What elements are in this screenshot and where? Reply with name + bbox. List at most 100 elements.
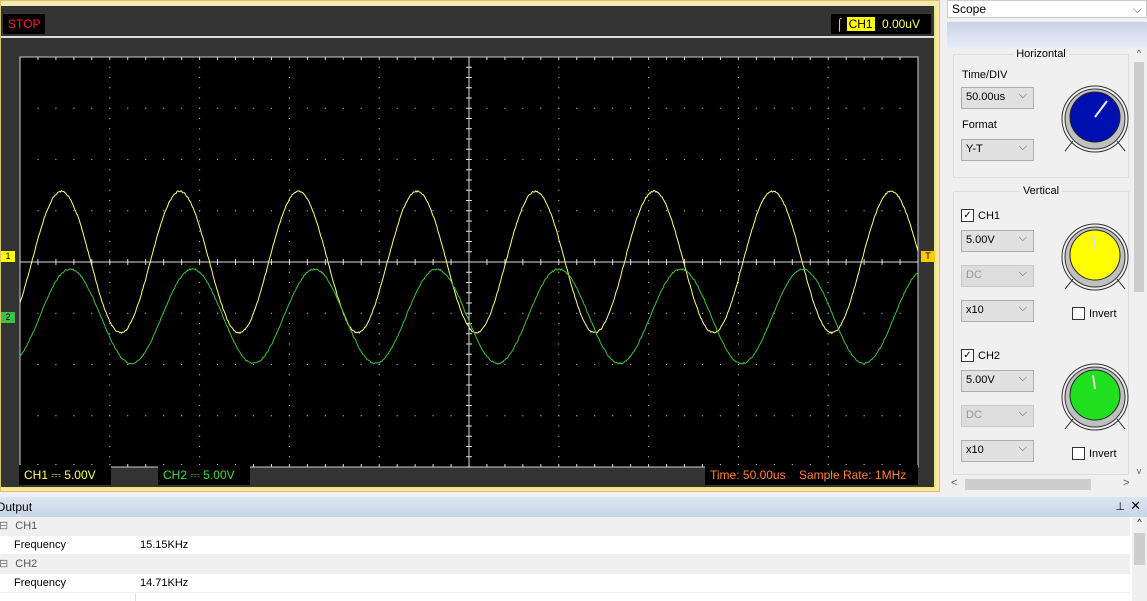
grid-dot [379, 343, 380, 344]
grid-dot [432, 313, 433, 314]
grid-dot [109, 138, 110, 139]
grid-dot [648, 231, 649, 232]
grid-dot [594, 210, 595, 211]
trigger-marker[interactable]: T [921, 251, 935, 262]
scrollbar-thumb[interactable] [1134, 62, 1144, 292]
grid-dot [522, 210, 523, 211]
waveform-plot[interactable] [19, 56, 919, 468]
grid-dot [540, 364, 541, 365]
hscrollbar-thumb[interactable] [965, 479, 1091, 490]
grid-dot [540, 108, 541, 109]
grid-dot [648, 67, 649, 68]
close-icon[interactable]: ✕ [1130, 498, 1141, 514]
grid-dot [828, 436, 829, 437]
grid-dot [199, 77, 200, 78]
grid-dot [199, 210, 200, 211]
ch2-invert-checkbox[interactable] [1072, 447, 1085, 460]
grid-dot [271, 210, 272, 211]
grid-dot [379, 364, 380, 365]
grid-dot [181, 415, 182, 416]
grid-dot [109, 159, 110, 160]
ch1-invert-checkbox[interactable] [1072, 307, 1085, 320]
vertical-scrollbar[interactable]: ^ v [1132, 48, 1146, 476]
ch1-enable-checkbox[interactable]: ✓ [961, 209, 974, 222]
grid-dot [235, 210, 236, 211]
grid-dot [630, 364, 631, 365]
trigger-info[interactable]: ⌠ CH1 0.00uV [831, 14, 931, 34]
scope-dropdown[interactable]: Scope ⌵ [947, 0, 1147, 18]
ch1-probe-select[interactable]: x10 [961, 300, 1034, 322]
grid-dot [810, 313, 811, 314]
scroll-up-icon[interactable]: ^ [1132, 48, 1146, 58]
grid-dot [109, 77, 110, 78]
scrollbar-thumb[interactable] [1134, 533, 1145, 565]
grid-dot [702, 210, 703, 211]
vertical-title: Vertical [1020, 185, 1062, 197]
scroll-up-icon[interactable]: ^ [1132, 517, 1147, 527]
grid-dot [828, 313, 829, 314]
grid-dot [199, 200, 200, 201]
grid-dot [864, 313, 865, 314]
collapse-icon[interactable]: ⊟ [0, 558, 8, 570]
grid-dot [684, 364, 685, 365]
grid-dot [558, 179, 559, 180]
grid-dot [343, 210, 344, 211]
grid-dot [109, 210, 110, 211]
grid-dot [828, 364, 829, 365]
grid-dot [828, 200, 829, 201]
grid-dot [738, 77, 739, 78]
grid-dot [540, 159, 541, 160]
grid-dot [738, 169, 739, 170]
ch1-marker[interactable]: 1 [1, 251, 15, 262]
output-group-ch1[interactable]: ⊟ CH1 [0, 517, 1130, 536]
time-div-select[interactable]: 50.00us [961, 87, 1034, 109]
grid-dot [612, 313, 613, 314]
grid-dot [199, 333, 200, 334]
ch2-marker[interactable]: 2 [1, 312, 15, 323]
grid-dot [163, 159, 164, 160]
grid-dot [217, 313, 218, 314]
grid-dot [828, 159, 829, 160]
run-status[interactable]: STOP [3, 14, 45, 34]
grid-dot [828, 138, 829, 139]
grid-dot [253, 415, 254, 416]
scroll-right-icon[interactable]: > [1123, 477, 1129, 489]
grid-dot [415, 313, 416, 314]
grid-dot [73, 415, 74, 416]
timebase-knob[interactable] [1059, 83, 1131, 155]
grid-dot [738, 415, 739, 416]
output-panel: Output ⊥ ✕ ⊟ CH1 Frequency 15.15KHz ⊟ CH2… [0, 497, 1147, 601]
collapse-icon[interactable]: ⊟ [0, 520, 8, 532]
grid-dot [450, 313, 451, 314]
grid-dot [289, 415, 290, 416]
grid-dot [738, 323, 739, 324]
ch1-volts-select[interactable]: 5.00V [961, 230, 1034, 252]
grid-dot [828, 118, 829, 119]
grid-dot [199, 118, 200, 119]
grid-dot [648, 149, 649, 150]
output-scrollbar[interactable]: ^ [1132, 517, 1147, 601]
scroll-left-icon[interactable]: < [951, 477, 957, 489]
output-group-ch2[interactable]: ⊟ CH2 [0, 555, 1130, 574]
grid-dot [594, 108, 595, 109]
grid-dot [504, 210, 505, 211]
ch2-enable-checkbox[interactable]: ✓ [961, 349, 974, 362]
grid-dot [738, 343, 739, 344]
grid-dot [109, 118, 110, 119]
grid-dot [828, 415, 829, 416]
ch2-volts-select[interactable]: 5.00V [961, 370, 1034, 392]
grid-dot [145, 108, 146, 109]
grid-dot [899, 210, 900, 211]
grid-dot [55, 364, 56, 365]
scroll-down-icon[interactable]: v [1132, 466, 1146, 476]
grid-dot [648, 425, 649, 426]
ch1-volts-knob[interactable] [1059, 221, 1131, 293]
ch2-probe-select[interactable]: x10 [961, 440, 1034, 462]
grid-dot [899, 364, 900, 365]
format-select[interactable]: Y-T [961, 139, 1034, 161]
grid-dot [828, 241, 829, 242]
ch2-volts-knob[interactable] [1059, 361, 1131, 433]
horizontal-scrollbar[interactable]: < > [947, 477, 1147, 492]
pin-icon[interactable]: ⊥ [1115, 500, 1125, 513]
grid-dot [127, 364, 128, 365]
